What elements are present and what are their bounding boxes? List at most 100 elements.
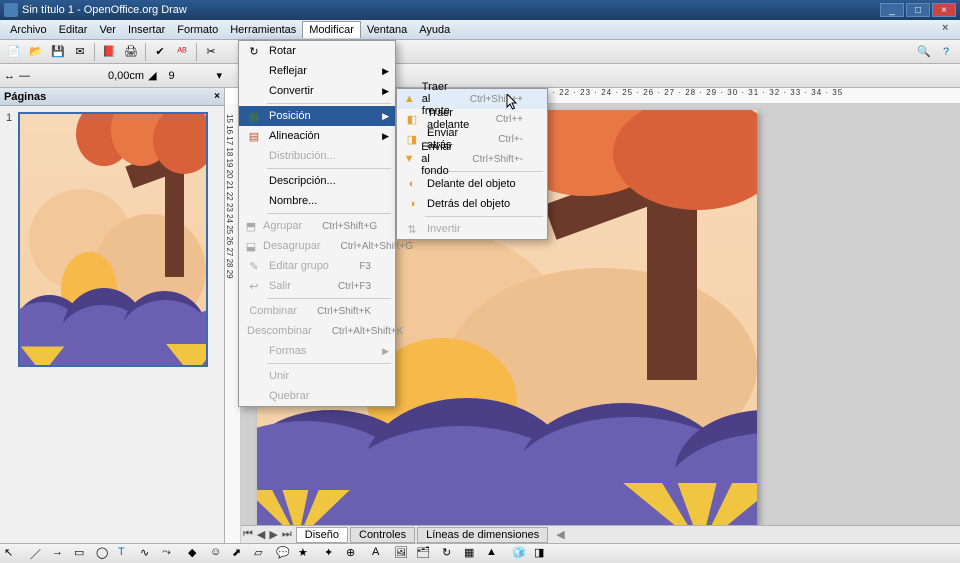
posicion-item-6[interactable]: ◑Detrás del objeto: [397, 194, 547, 214]
save-button[interactable]: 💾: [48, 42, 68, 62]
email-button[interactable]: ✉: [70, 42, 90, 62]
rect-tool[interactable]: ▭: [74, 546, 92, 562]
print-button[interactable]: 🖨: [121, 42, 141, 62]
hscroll-left[interactable]: ◀: [556, 528, 564, 541]
posicion-icon-8: ⇅: [404, 221, 420, 237]
fill-style-combo[interactable]: 9: [169, 70, 213, 82]
pages-panel-close[interactable]: ×: [214, 91, 220, 102]
symbol-shapes-tool[interactable]: ☺: [210, 546, 228, 562]
posicion-item-8: ⇅Invertir: [397, 219, 547, 239]
block-arrows-tool[interactable]: ⬈: [232, 546, 250, 562]
close-button[interactable]: ×: [932, 3, 956, 17]
modificar-label-16: Combinar: [249, 305, 297, 317]
points-tool[interactable]: ✦: [324, 546, 342, 562]
gallery-tool[interactable]: 🗂: [416, 546, 434, 562]
arrow-style-button[interactable]: ↔: [4, 70, 15, 82]
modificar-item-1[interactable]: Reflejar▶: [239, 61, 395, 81]
posicion-item-1[interactable]: ◧Traer adelanteCtrl++: [397, 109, 547, 129]
select-tool[interactable]: ↖: [4, 546, 22, 562]
menu-modificar[interactable]: Modificar: [302, 21, 361, 38]
line-style-button[interactable]: —: [19, 70, 30, 82]
spellcheck-button[interactable]: ✔: [150, 42, 170, 62]
flowchart-tool[interactable]: ▱: [254, 546, 272, 562]
line-tool[interactable]: ／: [30, 546, 48, 562]
submenu-arrow-icon: ▶: [382, 346, 389, 357]
posicion-item-0[interactable]: ▲Traer al frenteCtrl+Shift++: [397, 89, 547, 109]
posicion-item-2[interactable]: ◨Enviar atrásCtrl+-: [397, 129, 547, 149]
zoom-button[interactable]: 🔍: [914, 42, 934, 62]
tab-last-button[interactable]: ⏭: [280, 528, 294, 541]
modificar-label-0: Rotar: [269, 45, 371, 57]
stars-tool[interactable]: ★: [298, 546, 316, 562]
tab-prev-button[interactable]: ◀: [255, 528, 267, 541]
posicion-item-5[interactable]: ◐Delante del objeto: [397, 174, 547, 194]
from-file-tool[interactable]: 🖼: [394, 546, 412, 562]
modificar-item-2[interactable]: Convertir▶: [239, 81, 395, 101]
3d-tool[interactable]: 🧊: [512, 546, 530, 562]
menu-ventana[interactable]: Ventana: [361, 22, 413, 38]
basic-shapes-tool[interactable]: ◆: [188, 546, 206, 562]
submenu-arrow-icon: ▶: [382, 111, 389, 122]
glue-tool[interactable]: ⊕: [346, 546, 364, 562]
tab-diseno[interactable]: Diseño: [296, 527, 348, 543]
posicion-item-3[interactable]: ▼Enviar al fondoCtrl+Shift+-: [397, 149, 547, 169]
modificar-item-0[interactable]: ↻Rotar: [239, 41, 395, 61]
autospell-button[interactable]: ᴬᴮ: [172, 42, 192, 62]
modificar-label-4: Posición: [269, 110, 371, 122]
connector-tool[interactable]: ⤳: [162, 546, 180, 562]
modificar-label-9: Nombre...: [269, 195, 371, 207]
modificar-item-18: Formas▶: [239, 341, 395, 361]
modificar-item-5[interactable]: ▤Alineación▶: [239, 126, 395, 146]
submenu-arrow-icon: ▶: [382, 131, 389, 142]
menu-ayuda[interactable]: Ayuda: [413, 22, 456, 38]
line-width-spin[interactable]: 0,00cm: [108, 70, 144, 82]
modificar-item-4[interactable]: ▦Posición▶: [239, 106, 395, 126]
menu-ver[interactable]: Ver: [93, 22, 122, 38]
ellipse-tool[interactable]: ◯: [96, 546, 114, 562]
modificar-item-6: Distribución...: [239, 146, 395, 166]
modificar-item-12: ⬓DesagruparCtrl+Alt+Shift+G: [239, 236, 395, 256]
arrange-tool[interactable]: ▲: [486, 546, 504, 562]
minimize-button[interactable]: _: [880, 3, 904, 17]
modificar-item-14: ↩SalirCtrl+F3: [239, 276, 395, 296]
open-button[interactable]: 📂: [26, 42, 46, 62]
tab-controles[interactable]: Controles: [350, 527, 415, 543]
maximize-button[interactable]: □: [906, 3, 930, 17]
pdf-button[interactable]: 📕: [99, 42, 119, 62]
submenu-arrow-icon: ▶: [382, 86, 389, 97]
arrow-tool[interactable]: →: [52, 546, 70, 562]
fill-dropdown-button[interactable]: ▾: [217, 69, 223, 82]
menu-herramientas[interactable]: Herramientas: [224, 22, 302, 38]
modificar-item-16: CombinarCtrl+Shift+K: [239, 301, 395, 321]
rotate-tool[interactable]: ↻: [442, 546, 460, 562]
help-button[interactable]: ?: [936, 42, 956, 62]
text-tool[interactable]: T: [118, 546, 136, 562]
posicion-label-6: Detrás del objeto: [427, 198, 523, 210]
menu-insertar[interactable]: Insertar: [122, 22, 171, 38]
modificar-item-11: ⬒AgruparCtrl+Shift+G: [239, 216, 395, 236]
tab-first-button[interactable]: ⏮: [241, 528, 255, 541]
menu-editar[interactable]: Editar: [53, 22, 94, 38]
modificar-item-9[interactable]: Nombre...: [239, 191, 395, 211]
menu-formato[interactable]: Formato: [171, 22, 224, 38]
align-tool[interactable]: ▦: [464, 546, 482, 562]
tab-next-button[interactable]: ▶: [267, 528, 279, 541]
modificar-item-13: ✎Editar grupoF3: [239, 256, 395, 276]
tab-lineas[interactable]: Líneas de dimensiones: [417, 527, 548, 543]
submenu-posicion: ▲Traer al frenteCtrl+Shift++◧Traer adela…: [396, 88, 548, 240]
document-close-button[interactable]: ×: [942, 22, 956, 36]
app-icon: [4, 3, 18, 17]
modificar-label-17: Descombinar: [247, 325, 312, 337]
new-button[interactable]: 📄: [4, 42, 24, 62]
modificar-item-8[interactable]: Descripción...: [239, 171, 395, 191]
page-thumbnail[interactable]: [18, 112, 208, 367]
window-title: Sin título 1 - OpenOffice.org Draw: [22, 4, 880, 16]
menu-archivo[interactable]: Archivo: [4, 22, 53, 38]
curve-tool[interactable]: ∿: [140, 546, 158, 562]
line-color-button[interactable]: ◢: [148, 69, 156, 82]
extrusion-tool[interactable]: ◨: [534, 546, 552, 562]
modificar-label-8: Descripción...: [269, 175, 371, 187]
cut-button[interactable]: ✂: [201, 42, 221, 62]
fontwork-tool[interactable]: A: [372, 546, 390, 562]
callout-tool[interactable]: 💬: [276, 546, 294, 562]
